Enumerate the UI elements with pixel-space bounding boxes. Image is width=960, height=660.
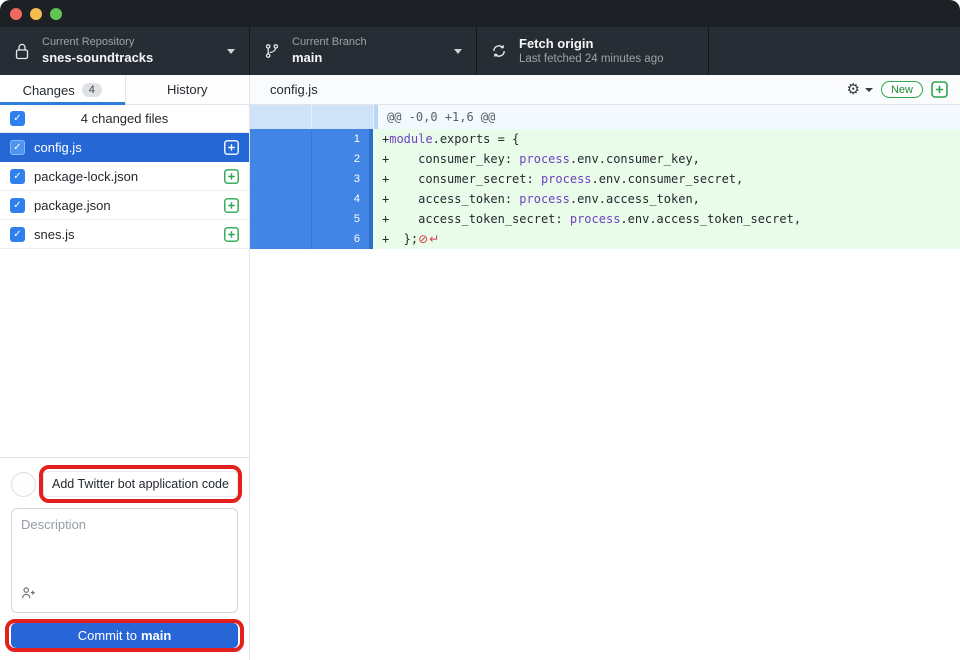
new-file-badge: New [881,81,923,98]
current-repository-button[interactable]: Current Repository snes-soundtracks [0,27,250,75]
branch-name: main [292,50,367,66]
fetch-text: Fetch origin Last fetched 24 minutes ago [519,36,664,67]
file-checkbox[interactable]: ✓ [10,198,25,213]
hunk-gutter-old [250,105,312,129]
fetch-origin-button[interactable]: Fetch origin Last fetched 24 minutes ago [477,27,709,75]
expand-diff-button[interactable] [931,81,948,98]
gear-icon: ⚙ [847,82,860,97]
diff-line-code: + access_token_secret: process.env.acces… [373,209,960,229]
diff-line-number: 3 [312,169,369,189]
avatar [11,472,36,497]
select-all-checkbox[interactable]: ✓ [10,111,25,126]
changes-count-badge: 4 [82,83,102,97]
file-name: snes.js [34,227,224,242]
sidebar-tabbar: Changes 4 History [0,75,249,105]
diff-line-code: +module.exports = { [373,129,960,149]
diff-gutter-old [250,149,312,169]
diff-line[interactable]: 3+ consumer_secret: process.env.consumer… [250,169,960,189]
file-add-icon[interactable] [224,140,239,155]
diff-line[interactable]: 2+ consumer_key: process.env.consumer_ke… [250,149,960,169]
diff-gutter-old [250,209,312,229]
fetch-title: Fetch origin [519,36,664,52]
description-placeholder: Description [21,517,228,532]
diff-line[interactable]: 1+module.exports = { [250,129,960,149]
branch-text: Current Branch main [292,36,367,66]
diff-line-code: + consumer_secret: process.env.consumer_… [373,169,960,189]
sidebar-empty-space [0,249,249,457]
app-window: Current Repository snes-soundtracks Curr… [0,0,960,660]
git-branch-icon [262,42,282,60]
chevron-down-icon [227,49,235,54]
sync-icon [489,43,509,59]
hunk-gutter-new [312,105,374,129]
diff-line-number: 6 [312,229,369,249]
titlebar [0,0,960,27]
diff-line-number: 4 [312,189,369,209]
diff-line-number: 1 [312,129,369,149]
changed-files-count: 4 changed files [81,111,168,126]
commit-form: Description Commit to main [0,457,249,660]
tab-changes-label: Changes [23,83,75,98]
hunk-header-row: @@ -0,0 +1,6 @@ [250,105,960,129]
diff-file-name: config.js [270,82,318,97]
diff-content: @@ -0,0 +1,6 @@ 1+module.exports = {2+ c… [250,105,960,660]
tab-history[interactable]: History [125,75,250,105]
fetch-subtitle: Last fetched 24 minutes ago [519,52,664,66]
file-add-icon[interactable] [224,198,239,213]
minimize-window-icon[interactable] [30,8,42,20]
diff-gutter-old [250,189,312,209]
file-row[interactable]: ✓ package-lock.json [0,162,249,191]
zoom-window-icon[interactable] [50,8,62,20]
lock-icon [12,42,32,61]
branch-label: Current Branch [292,36,367,50]
close-window-icon[interactable] [10,8,22,20]
toolbar-empty-space [709,27,960,75]
chevron-down-icon [454,49,462,54]
diff-line[interactable]: 4+ access_token: process.env.access_toke… [250,189,960,209]
diff-line-number: 2 [312,149,369,169]
diff-line[interactable]: 6+ };⊘↵ [250,229,960,249]
diff-header: config.js ⚙ New [250,75,960,105]
commit-button[interactable]: Commit to main [11,623,238,648]
tab-changes[interactable]: Changes 4 [0,75,125,105]
current-branch-button[interactable]: Current Branch main [250,27,477,75]
diff-line-code: + access_token: process.env.access_token… [373,189,960,209]
commit-description-field[interactable]: Description [11,508,238,613]
tab-history-label: History [167,82,207,97]
file-add-icon[interactable] [224,227,239,242]
commit-button-prefix: Commit to [78,628,137,643]
repository-label: Current Repository [42,36,153,50]
file-checkbox[interactable]: ✓ [10,227,25,242]
diff-gutter-old [250,129,312,149]
file-name: config.js [34,140,224,155]
diff-line-code: + consumer_key: process.env.consumer_key… [373,149,960,169]
add-coauthor-icon[interactable] [21,586,36,605]
file-row[interactable]: ✓ config.js [0,133,249,162]
file-name: package-lock.json [34,169,224,184]
diff-gutter-old [250,169,312,189]
diff-line-number: 5 [312,209,369,229]
changes-sidebar: Changes 4 History ✓ 4 changed files ✓ con… [0,75,250,660]
file-row[interactable]: ✓ package.json [0,191,249,220]
file-name: package.json [34,198,224,213]
toolbar: Current Repository snes-soundtracks Curr… [0,27,960,75]
repository-name: snes-soundtracks [42,50,153,66]
file-add-icon[interactable] [224,169,239,184]
diff-line[interactable]: 5+ access_token_secret: process.env.acce… [250,209,960,229]
changed-files-list: ✓ config.js ✓ package-lock.json ✓ package.jso… [0,133,249,249]
repository-text: Current Repository snes-soundtracks [42,36,153,66]
diff-panel: config.js ⚙ New [250,75,960,660]
file-checkbox[interactable]: ✓ [10,140,25,155]
diff-line-code: + };⊘↵ [373,229,960,249]
hunk-header-text: @@ -0,0 +1,6 @@ [378,105,960,129]
commit-button-branch: main [141,628,171,643]
chevron-down-icon [865,88,873,92]
diff-options-button[interactable]: ⚙ [847,82,873,97]
commit-summary-input[interactable] [43,471,238,497]
file-row[interactable]: ✓ snes.js [0,220,249,249]
changed-files-header: ✓ 4 changed files [0,105,249,133]
diff-gutter-old [250,229,312,249]
file-checkbox[interactable]: ✓ [10,169,25,184]
